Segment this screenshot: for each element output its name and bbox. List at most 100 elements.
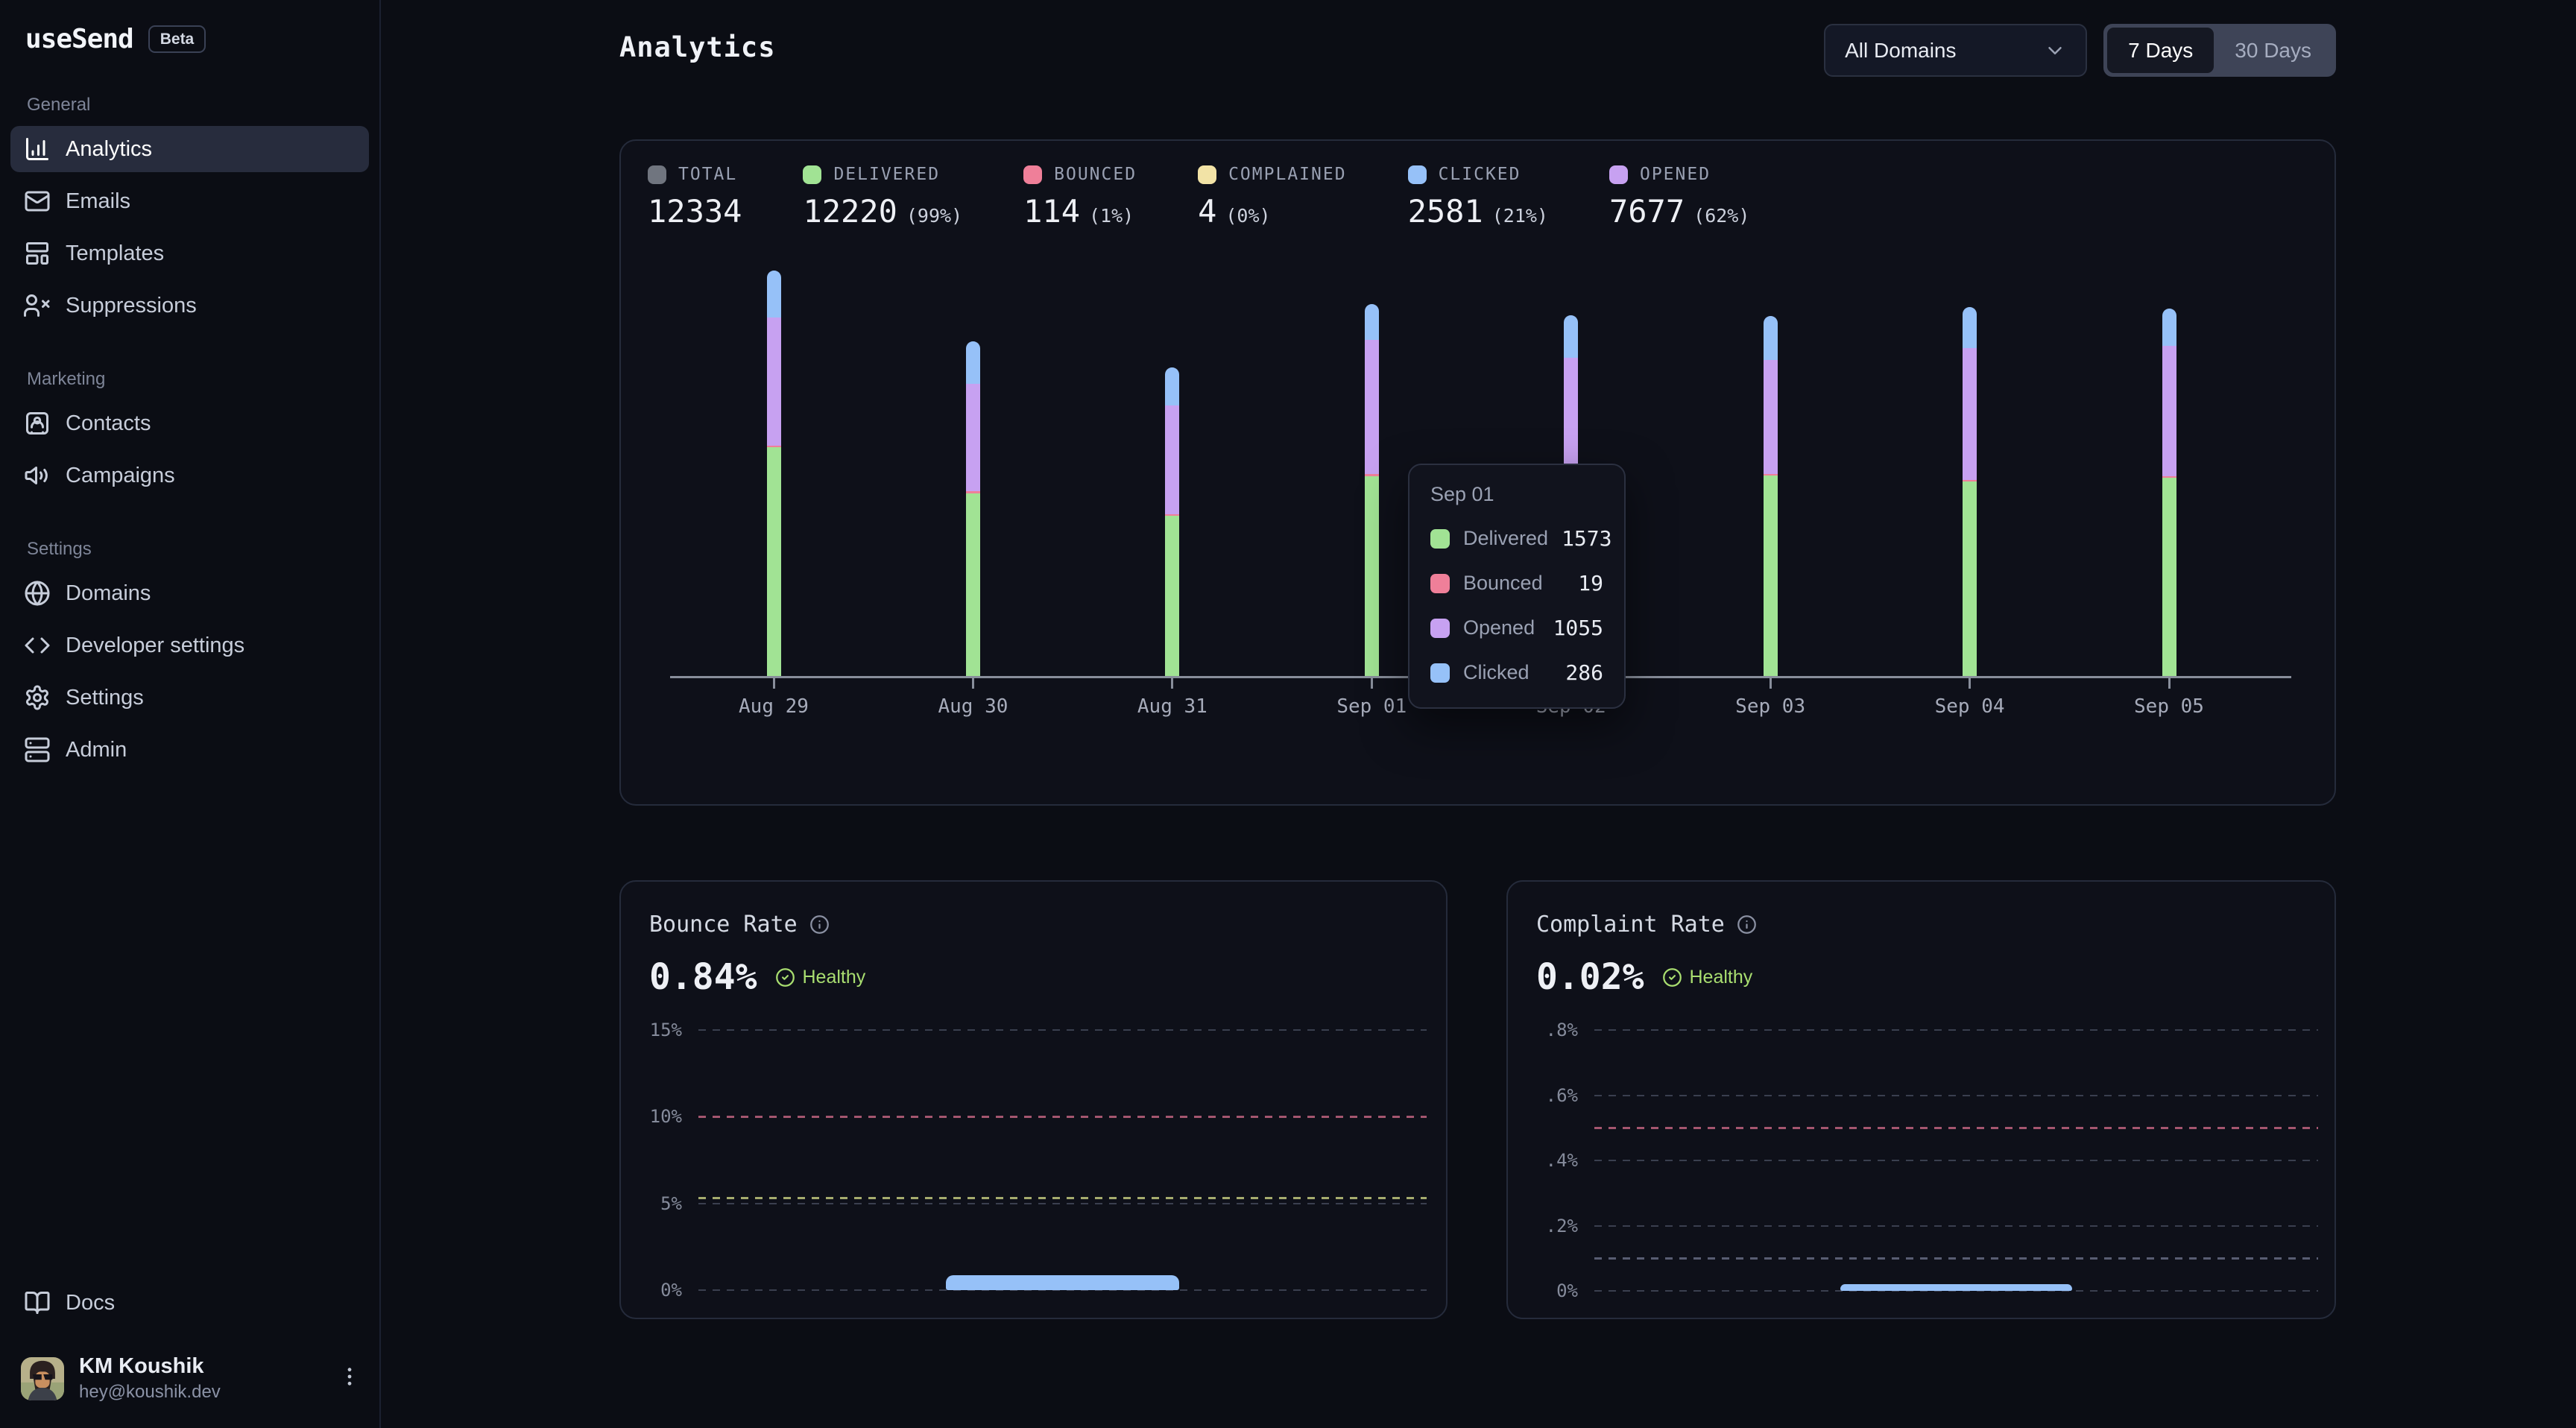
- sidebar-item-developer-settings[interactable]: Developer settings: [10, 622, 369, 669]
- sidebar-item-analytics[interactable]: Analytics: [10, 126, 369, 172]
- book-open-icon: [24, 1289, 51, 1316]
- chevron-down-icon: [2044, 40, 2066, 62]
- domain-filter-select[interactable]: All Domains: [1824, 24, 2087, 77]
- beta-badge: Beta: [148, 25, 206, 53]
- header-controls: All Domains 7 Days 30 Days: [1824, 24, 2336, 77]
- section-label-settings: Settings: [27, 539, 369, 560]
- axis-tick: [1371, 678, 1373, 689]
- domain-filter-value: All Domains: [1845, 39, 1956, 63]
- sidebar-item-suppressions[interactable]: Suppressions: [10, 282, 369, 329]
- bar-segment-clicked: [2162, 309, 2176, 346]
- tooltip-row-opened: Opened1055: [1430, 616, 1603, 640]
- user-menu[interactable]: KM Koushik hey@koushik.dev: [10, 1348, 369, 1409]
- legend-swatch: [1430, 663, 1450, 683]
- bar-segment-delivered: [767, 447, 781, 675]
- y-axis-label: 0%: [628, 1280, 682, 1301]
- chart-tooltip: Sep 01 Delivered1573 Bounced19 Opened1055 C…: [1408, 464, 1626, 709]
- kebab-menu-icon[interactable]: [338, 1365, 362, 1392]
- page-title: Analytics: [619, 31, 775, 63]
- bar-segment-clicked: [1764, 316, 1778, 360]
- sidebar-item-label: Settings: [66, 686, 144, 710]
- axis-tick: [1770, 678, 1772, 689]
- rate-bar[interactable]: [946, 1275, 1179, 1290]
- sidebar-item-domains[interactable]: Domains: [10, 570, 369, 616]
- sidebar-item-label: Templates: [66, 241, 164, 266]
- logo-row: useSend Beta: [10, 0, 369, 54]
- docs-label: Docs: [66, 1291, 115, 1315]
- bar-segment-delivered: [1764, 476, 1778, 676]
- y-axis-label: .8%: [1515, 1020, 1578, 1040]
- section-label-marketing: Marketing: [27, 369, 369, 390]
- tooltip-row-delivered: Delivered1573: [1430, 526, 1603, 551]
- rate-bar[interactable]: [1840, 1284, 2072, 1291]
- gridline-15pct: [698, 1029, 1427, 1031]
- sidebar-item-templates[interactable]: Templates: [10, 230, 369, 277]
- bar-segment-opened: [2162, 346, 2176, 476]
- bar-segment-opened: [1764, 360, 1778, 474]
- tooltip-title: Sep 01: [1430, 483, 1603, 506]
- sidebar-item-emails[interactable]: Emails: [10, 178, 369, 224]
- bounce-rate-chart: 15%10%5%0%: [621, 882, 1446, 1318]
- bar-segment-clicked: [1564, 315, 1578, 358]
- sidebar-item-label: Domains: [66, 581, 151, 606]
- tooltip-row-clicked: Clicked286: [1430, 660, 1603, 685]
- volume-bar-sep-03[interactable]: [1764, 316, 1778, 676]
- sidebar-item-admin[interactable]: Admin: [10, 727, 369, 773]
- y-axis-label: 0%: [1515, 1280, 1578, 1301]
- y-axis-label: .2%: [1515, 1216, 1578, 1236]
- sidebar-item-label: Contacts: [66, 411, 151, 436]
- bar-segment-delivered: [2162, 478, 2176, 676]
- axis-tick: [2168, 678, 2171, 689]
- range-7-days[interactable]: 7 Days: [2107, 28, 2214, 73]
- bar-segment-opened: [1365, 340, 1379, 474]
- volume-chart-card: TOTAL12334DELIVERED12220(99%)BOUNCED114(…: [619, 139, 2336, 806]
- sidebar-item-label: Suppressions: [66, 294, 197, 318]
- avatar: [21, 1357, 64, 1400]
- volume-bar-aug-29[interactable]: [767, 271, 781, 676]
- volume-bar-sep-01[interactable]: [1365, 304, 1379, 676]
- gear-icon: [24, 684, 51, 711]
- gridline-5pct: [698, 1203, 1427, 1204]
- sidebar-item-settings[interactable]: Settings: [10, 674, 369, 721]
- volume-bar-aug-31[interactable]: [1165, 367, 1179, 676]
- threshold-line-danger: [698, 1116, 1427, 1118]
- volume-bar-aug-30[interactable]: [966, 341, 980, 676]
- code-icon: [24, 632, 51, 659]
- mail-icon: [24, 188, 51, 215]
- x-axis-label: Aug 31: [1113, 695, 1232, 718]
- x-axis-label: Aug 29: [714, 695, 833, 718]
- bar-segment-clicked: [1963, 307, 1977, 348]
- date-range-toggle: 7 Days 30 Days: [2103, 24, 2336, 77]
- y-axis-label: 15%: [628, 1020, 682, 1040]
- app-logo: useSend: [25, 24, 133, 54]
- volume-bar-sep-05[interactable]: [2162, 309, 2176, 676]
- axis-tick: [773, 678, 775, 689]
- threshold-line-warning: [698, 1197, 1427, 1199]
- tooltip-value: 1055: [1553, 616, 1603, 640]
- range-30-days[interactable]: 30 Days: [2214, 28, 2332, 73]
- sidebar-item-label: Admin: [66, 738, 127, 762]
- layout-template-icon: [24, 240, 51, 267]
- y-axis-label: .4%: [1515, 1150, 1578, 1171]
- bar-segment-delivered: [1963, 481, 1977, 676]
- bar-segment-delivered: [966, 493, 980, 676]
- bar-segment-clicked: [1365, 304, 1379, 341]
- volume-bar-sep-04[interactable]: [1963, 307, 1977, 676]
- x-axis-label: Aug 30: [913, 695, 1032, 718]
- axis-tick: [1171, 678, 1173, 689]
- sidebar-item-docs[interactable]: Docs: [10, 1280, 369, 1326]
- sidebar-item-campaigns[interactable]: Campaigns: [10, 452, 369, 499]
- bar-segment-delivered: [1365, 476, 1379, 676]
- legend-swatch: [1430, 574, 1450, 593]
- sidebar-item-contacts[interactable]: Contacts: [10, 400, 369, 446]
- sidebar-nav: GeneralAnalyticsEmailsTemplatesSuppressi…: [10, 95, 369, 773]
- server-icon: [24, 736, 51, 763]
- megaphone-icon: [24, 462, 51, 489]
- volume-bar-chart: Aug 29Aug 30Aug 31Sep 01Sep 02Sep 03Sep …: [621, 141, 2334, 804]
- globe-icon: [24, 580, 51, 607]
- user-name: KM Koushik: [79, 1354, 221, 1379]
- sidebar-item-label: Analytics: [66, 137, 152, 162]
- y-axis-label: 10%: [628, 1106, 682, 1127]
- bar-segment-clicked: [966, 341, 980, 383]
- tooltip-row-bounced: Bounced19: [1430, 571, 1603, 595]
